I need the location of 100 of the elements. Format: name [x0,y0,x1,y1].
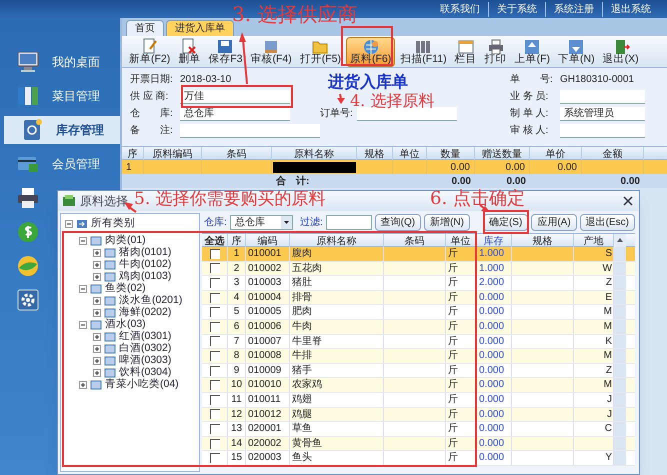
table-cell: 10 [228,378,246,392]
table-cell: 斤 [446,349,476,363]
top-link[interactable]: 退出系统 [602,2,651,16]
table-row[interactable]: 5 010005 肥肉 斤 0.000 M [202,305,635,320]
plus-icon [94,358,100,364]
expander[interactable] [65,220,73,228]
expander[interactable] [93,369,101,377]
toolbar-button[interactable]: 下单(N) [555,36,598,66]
top-link[interactable]: 联系我们 [440,2,480,16]
checkbox[interactable] [210,307,220,318]
category-icon [90,380,102,390]
checkbox[interactable] [210,263,220,274]
checkbox[interactable] [210,292,220,303]
checkbox[interactable] [210,438,220,449]
checkbox[interactable] [210,366,220,376]
table-row[interactable]: 13 020001 草鱼 斤 0.000 C [202,422,635,437]
tab[interactable]: 首页 [126,20,164,36]
dialog-button[interactable]: 退出(Esc) [580,214,635,230]
checkbox[interactable] [210,336,220,346]
checkbox[interactable] [210,278,220,288]
toolbar-button[interactable]: 栏目 [452,36,480,66]
category-icon [104,368,116,378]
table-row[interactable]: 6 010006 牛肉 斤 0.000 M [202,320,635,335]
expander[interactable] [79,237,87,245]
close-icon [623,196,633,206]
warehouse-select[interactable]: 总仓库 [230,214,294,230]
table-row[interactable]: 4 010004 排骨 斤 0.000 E [202,290,635,306]
dialog-button[interactable]: 新增(N) [424,214,470,230]
sidebar-item[interactable]: 会员管理 [0,150,120,178]
checkbox[interactable] [210,248,220,259]
expander[interactable] [93,345,101,353]
table-row[interactable]: 15 020003 鱼头 斤 0.000 Y [202,451,635,466]
field-label: 供 应 商: [130,90,170,104]
table-row[interactable]: 3 010003 猪肚 斤 2.000 Z [202,276,635,291]
table-cell: 010009 [246,364,290,378]
delete-document-icon [180,38,198,54]
category-icon [104,332,116,342]
checkbox[interactable] [210,424,220,434]
table-cell: 010007 [246,334,290,348]
expander[interactable] [79,285,87,293]
table-row[interactable]: 12 010012 鸡腿 斤 0.000 J [202,408,635,422]
expander[interactable] [93,261,101,269]
input-field[interactable]: 系统管理员 [560,106,645,120]
checkbox[interactable] [210,380,220,390]
table-row[interactable]: 11 010011 鸡翅 斤 0.000 J [202,392,635,408]
input-field[interactable] [560,90,645,104]
expander[interactable] [93,357,101,365]
table-row[interactable]: 1 0.00 0.00 0.00 [122,160,667,174]
expander[interactable] [79,381,87,389]
checkbox[interactable] [210,350,220,361]
expander[interactable] [93,333,101,341]
tree-item[interactable]: 青菜小吃类(04) [105,377,179,393]
plus-icon [94,250,100,256]
expander[interactable] [93,309,101,317]
table-cell: 11 [228,392,246,407]
expander[interactable] [93,273,101,281]
toolbar-button[interactable]: 删单 [175,36,204,66]
checkbox[interactable] [210,409,220,420]
input-field[interactable] [356,106,457,120]
table-row[interactable]: 10 010010 农家鸡 斤 0.000 M [202,378,635,393]
tree-item[interactable]: 所有类别 [91,216,135,232]
expander[interactable] [93,297,101,305]
input-field[interactable]: 万佳 [180,90,290,104]
table-cell: 010012 [246,408,290,422]
input-field[interactable] [560,124,645,138]
expander[interactable] [93,249,101,257]
toolbar-button[interactable]: 扫描(F11) [397,36,450,66]
top-link[interactable]: 系统注册 [545,2,594,16]
sidebar-item[interactable]: 库存管理 [4,116,120,144]
dialog-button[interactable]: 应用(A) [531,214,577,230]
table-row[interactable]: 8 010008 牛排 斤 0.000 M [202,349,635,364]
table-row[interactable]: 2 010002 五花肉 斤 1.000 W [202,262,635,276]
checkbox[interactable] [210,394,220,405]
filter-field[interactable] [326,214,372,230]
close-button[interactable] [621,194,635,208]
monitor-icon [16,50,40,74]
table-cell: 鸡腿 [290,408,384,422]
sidebar-item[interactable]: 菜目管理 [0,82,120,110]
tab[interactable]: 进货入库单 [166,20,234,36]
top-link[interactable]: 关于系统 [488,2,537,16]
toolbar-button[interactable]: 打开(F5) [296,36,344,66]
input-field[interactable] [180,124,320,138]
table-cell: 牛里脊 [290,334,384,348]
table-row[interactable]: 1 010001 腹肉 斤 1.000 S [202,247,635,262]
total-cell-text: 0.00 [450,175,472,189]
toolbar-button[interactable]: 新单(F2) [126,36,174,66]
checkbox[interactable] [210,322,220,332]
toolbar-button[interactable]: 上单(F) [512,36,553,66]
dialog-button[interactable]: 查询(Q) [374,214,422,230]
toolbar-button[interactable]: 退出(X) [600,36,642,66]
dialog-button[interactable]: 确定(S) [482,214,528,230]
table-row[interactable]: 9 010009 猪手 斤 0.000 Z [202,364,635,378]
toolbar-button[interactable]: 审核(F4) [248,36,295,66]
table-row[interactable]: 14 020002 黄骨鱼 斤 0.000 [202,436,635,452]
table-row[interactable]: 7 010007 牛里脊 斤 0.000 K [202,334,635,350]
toolbar-button[interactable]: 打印 [482,36,510,66]
checkbox[interactable] [210,453,220,464]
sidebar-item[interactable]: 我的桌面 [0,48,120,76]
expander[interactable] [79,321,87,329]
toolbar-button[interactable]: 原料(F6) [346,36,396,66]
